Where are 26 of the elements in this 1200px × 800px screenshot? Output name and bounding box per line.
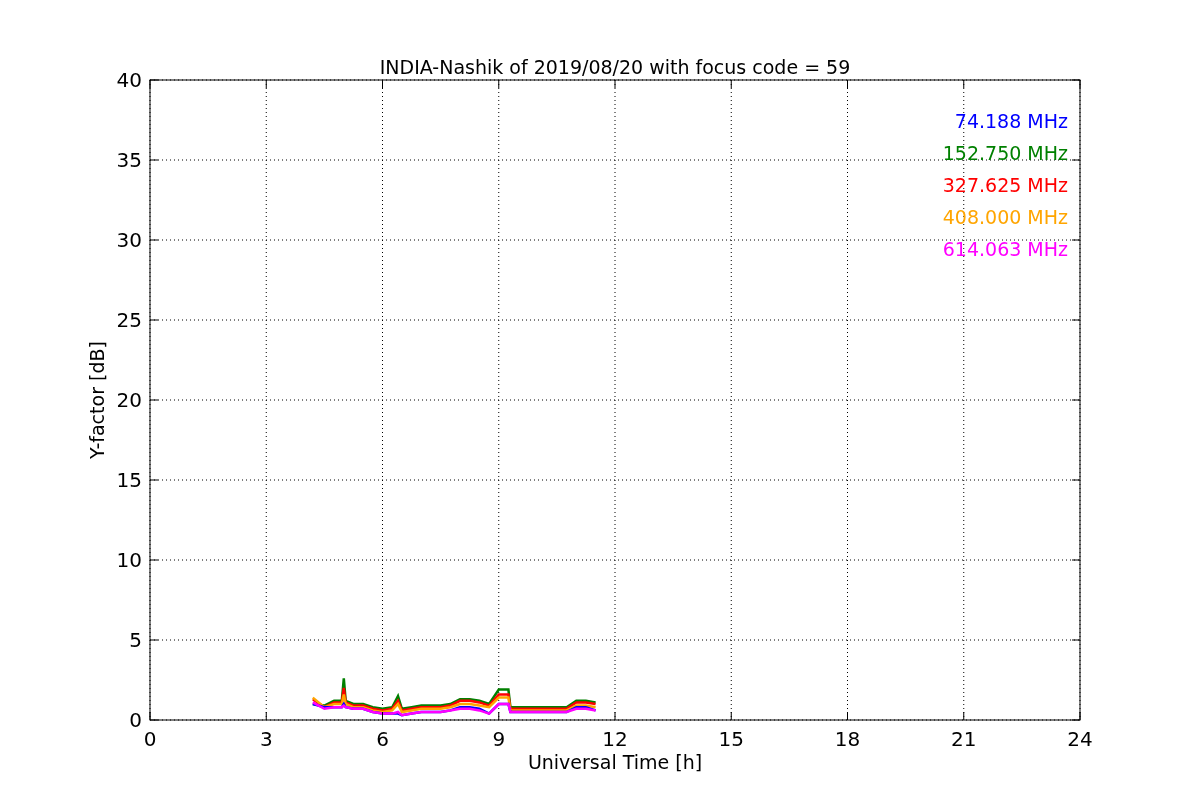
legend-label: 408.000 MHz (942, 206, 1068, 228)
x-tick-label: 9 (492, 727, 506, 751)
x-tick-label: 6 (376, 727, 389, 751)
x-tick-label: 3 (259, 727, 273, 751)
x-tick-label: 15 (718, 727, 744, 751)
y-tick-label: 20 (116, 388, 142, 412)
legend-label: 74.188 MHz (954, 110, 1068, 132)
x-tick-label: 0 (143, 727, 157, 751)
x-tick-label: 12 (602, 727, 628, 751)
y-tick-label: 35 (116, 148, 142, 172)
y-tick-label: 40 (116, 68, 142, 92)
legend-label: 152.750 MHz (942, 142, 1068, 164)
legend-label: 327.625 MHz (942, 174, 1068, 196)
y-tick-label: 10 (116, 548, 142, 572)
y-tick-label: 0 (129, 708, 142, 732)
x-tick-label: 24 (1067, 727, 1093, 751)
x-tick-label: 18 (834, 727, 861, 751)
x-tick-label: 21 (951, 727, 977, 751)
legend-label: 614.063 MHz (942, 238, 1068, 260)
x-axis-label: Universal Time [h] (527, 751, 703, 773)
y-axis-label: Y-factor [dB] (86, 341, 108, 459)
y-tick-label: 5 (129, 628, 142, 652)
chart-title: INDIA-Nashik of 2019/08/20 with focus code = 59 (379, 56, 851, 78)
y-tick-label: 30 (116, 228, 142, 252)
y-tick-label: 15 (116, 468, 142, 492)
y-tick-label: 25 (116, 308, 142, 332)
